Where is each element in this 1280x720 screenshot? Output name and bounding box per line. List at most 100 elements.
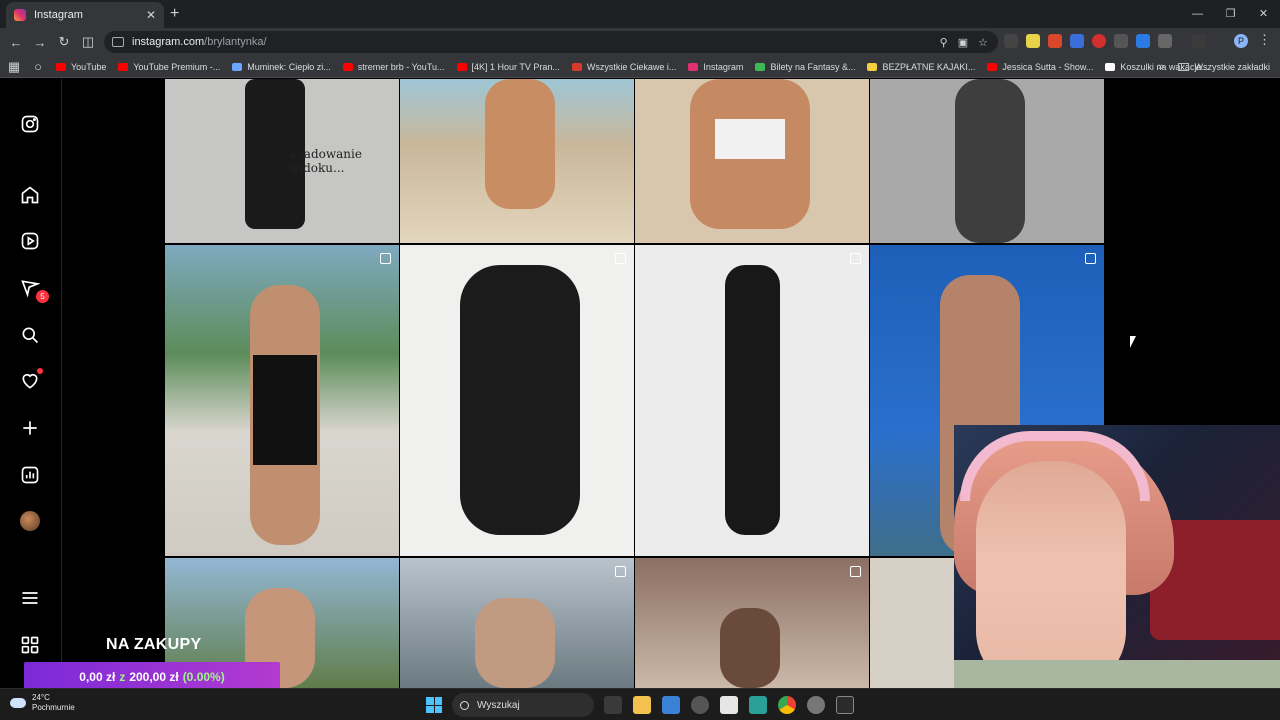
bookmark-item[interactable]: Bilety na Fantasy &... — [755, 62, 855, 72]
new-tab-button[interactable]: + — [170, 5, 179, 23]
weather-widget[interactable]: 24°C Pochmurnie — [10, 693, 75, 713]
post-image-content — [720, 608, 780, 688]
address-bar[interactable]: instagram.com /brylantynka/ ⚲ ▣ ☆ — [104, 31, 998, 53]
threads-apps-icon[interactable] — [19, 634, 41, 656]
profile-avatar[interactable] — [20, 511, 40, 531]
windows-start-icon[interactable] — [426, 697, 442, 713]
bookmark-favicon-icon — [571, 62, 582, 71]
folder-icon — [1178, 62, 1190, 71]
webcam-headset — [960, 431, 1150, 501]
extensions-area — [1004, 34, 1206, 48]
extension-icon[interactable] — [1070, 34, 1084, 48]
post-thumbnail[interactable] — [400, 245, 634, 556]
reels-icon[interactable] — [19, 230, 41, 252]
task-view-icon[interactable] — [604, 696, 622, 714]
bookmark-label: stremer brb - YouTu... — [357, 61, 445, 72]
bookmark-item[interactable]: stremer brb - YouTu... — [342, 61, 445, 72]
file-explorer-icon[interactable] — [633, 696, 651, 714]
extensions-puzzle-icon[interactable] — [1158, 34, 1172, 48]
close-window-button[interactable]: ✕ — [1247, 0, 1280, 28]
all-bookmarks-button[interactable]: Wszystkie zakładki — [1178, 62, 1270, 72]
bookmark-item[interactable]: YouTube — [56, 62, 106, 72]
post-image-content — [725, 265, 780, 535]
profile-avatar-icon[interactable]: P — [1234, 34, 1248, 48]
extension-icon[interactable] — [1136, 34, 1150, 48]
back-arrow-icon[interactable]: ← — [4, 35, 28, 50]
post-thumbnail[interactable] — [400, 79, 634, 243]
bookmark-item[interactable]: Wszystkie Ciekawe i... — [571, 61, 677, 72]
messages-badge: 5 — [36, 290, 49, 303]
bookmark-label: YouTube Premium -... — [133, 61, 221, 72]
bookmark-item[interactable]: [4K] 1 Hour TV Pran... — [456, 62, 560, 72]
messages-icon[interactable]: 5 — [19, 277, 49, 303]
reload-icon[interactable]: ↻ — [52, 34, 76, 50]
window-controls: — ❐ ✕ — [1181, 0, 1280, 28]
carousel-icon — [850, 566, 861, 577]
extension-icon[interactable] — [1004, 34, 1018, 48]
post-thumbnail[interactable] — [635, 79, 869, 243]
bookmark-star-icon[interactable]: ☆ — [978, 36, 988, 49]
zoom-icon[interactable]: ⚲ — [940, 36, 948, 49]
home-icon[interactable] — [19, 184, 41, 206]
instagram-logo-icon[interactable] — [19, 113, 41, 135]
streamer-webcam-overlay — [954, 425, 1280, 720]
donation-goal-title: NA ZAKUPY — [106, 636, 202, 653]
chromium-icon[interactable]: ○ — [26, 59, 50, 74]
bookmark-item[interactable]: Instagram — [688, 62, 743, 72]
bookmark-label: Wszystkie Ciekawe i... — [586, 61, 677, 72]
post-image-content — [955, 79, 1025, 243]
carousel-icon — [1085, 253, 1096, 264]
weather-condition: Pochmurnie — [32, 703, 75, 712]
carousel-icon — [615, 566, 626, 577]
terminal-icon[interactable] — [836, 696, 854, 714]
bookmark-favicon-icon — [688, 62, 699, 71]
donation-percent: (0.00%) — [182, 669, 225, 684]
weather-temperature: 24°C — [32, 693, 50, 702]
extension-icon[interactable] — [1114, 34, 1128, 48]
create-icon[interactable] — [19, 417, 41, 439]
extension-icon[interactable] — [1026, 34, 1040, 48]
bookmark-item[interactable]: YouTube Premium -... — [118, 62, 220, 72]
taskbar-apps — [604, 696, 854, 714]
more-menu-icon[interactable] — [19, 587, 41, 609]
browser-menu-icon[interactable]: ⋮ — [1258, 32, 1271, 48]
bookmark-label: Bilety na Fantasy &... — [770, 61, 856, 72]
instagram-favicon-icon — [14, 9, 26, 21]
app-icon[interactable] — [749, 696, 767, 714]
settings-gear-icon[interactable] — [807, 696, 825, 714]
app-icon[interactable] — [691, 696, 709, 714]
restore-button[interactable]: ❐ — [1214, 0, 1247, 28]
chrome-icon[interactable] — [778, 696, 796, 714]
taskbar-search-placeholder: Wyszukaj — [477, 699, 520, 711]
forward-arrow-icon[interactable]: → — [28, 35, 52, 50]
apps-grid-icon[interactable]: ▦ — [2, 59, 26, 75]
bookmark-item[interactable]: BEZPŁATNE KAJAKI... — [867, 62, 975, 72]
post-thumbnail[interactable] — [635, 245, 869, 556]
bookmarks-overflow-icon[interactable]: » — [1158, 61, 1164, 73]
dashboard-icon[interactable] — [19, 464, 41, 486]
notepad-icon[interactable] — [720, 696, 738, 714]
bookmark-item[interactable]: Jessica Sutta - Show... — [987, 62, 1093, 72]
taskbar-search[interactable]: Wyszukaj — [452, 693, 594, 717]
post-thumbnail[interactable]: a ladowanie widoku... — [165, 79, 399, 243]
bookmark-favicon-icon — [456, 62, 467, 71]
search-icon[interactable] — [19, 324, 41, 346]
microsoft-store-icon[interactable] — [662, 696, 680, 714]
post-thumbnail[interactable] — [165, 245, 399, 556]
extension-icon[interactable] — [1092, 34, 1106, 48]
site-info-icon[interactable] — [112, 37, 124, 47]
post-thumbnail[interactable] — [635, 558, 869, 688]
notifications-icon[interactable] — [19, 368, 43, 392]
post-thumbnail[interactable] — [400, 558, 634, 688]
bookmark-item[interactable]: Muminek: Ciepło zi... — [232, 62, 331, 72]
extension-icon[interactable] — [1048, 34, 1062, 48]
media-controls-icon[interactable] — [1192, 34, 1206, 48]
post-thumbnail[interactable] — [870, 79, 1104, 243]
url-path: /brylantynka/ — [204, 36, 267, 48]
cast-icon[interactable]: ▣ — [958, 36, 968, 49]
browser-tab-instagram[interactable]: Instagram ✕ — [6, 2, 164, 28]
minimize-button[interactable]: — — [1181, 0, 1214, 28]
donation-of: z — [119, 669, 126, 684]
tab-close-icon[interactable]: ✕ — [146, 8, 156, 22]
side-panel-icon[interactable]: ◫ — [76, 34, 100, 50]
